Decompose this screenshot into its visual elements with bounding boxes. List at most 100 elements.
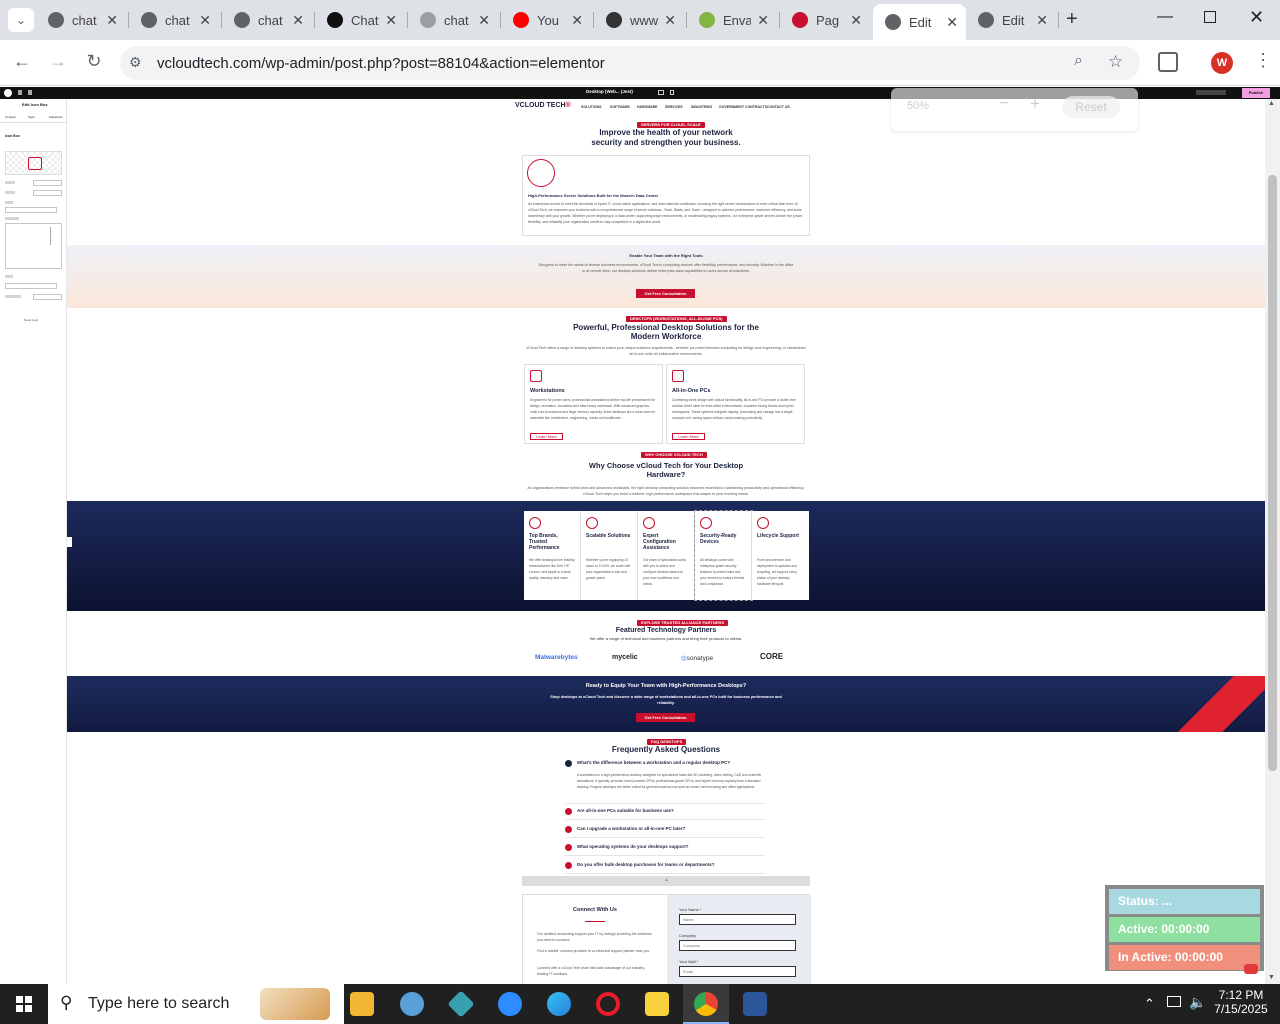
title-input[interactable] — [5, 207, 57, 213]
nav-item[interactable]: GOVERNMENT CONTRACTS — [719, 105, 767, 109]
faq-item[interactable]: Do you offer bulk desktop purchases for … — [565, 860, 765, 874]
textarea-scroll[interactable] — [50, 227, 58, 245]
view-select[interactable] — [33, 180, 62, 186]
network-icon[interactable] — [1167, 996, 1181, 1007]
panel-section-title[interactable]: Icon Box — [5, 134, 20, 138]
tab-close-icon[interactable]: ✕ — [385, 12, 397, 29]
tab-close-icon[interactable]: ✕ — [757, 12, 769, 29]
browser-tab[interactable]: www ✕ — [594, 6, 684, 34]
taskbar-search-box[interactable]: ⚲ Type here to search — [48, 984, 344, 1024]
nav-item[interactable]: SOFTWARE — [610, 105, 630, 109]
structure-icon[interactable] — [28, 90, 32, 95]
faq-item[interactable]: What's the difference between a workstat… — [565, 758, 765, 804]
chrome-taskbar-active[interactable] — [683, 984, 729, 1024]
page-scrollbar[interactable]: ▲ ▼ — [1265, 99, 1280, 985]
nav-item[interactable]: SOLUTIONS — [581, 105, 601, 109]
profile-avatar[interactable]: W — [1211, 52, 1233, 74]
close-window-icon[interactable]: ✕ — [1249, 7, 1264, 28]
zoom-reset-button[interactable]: Reset — [1062, 96, 1120, 118]
title-html-tag-select[interactable] — [33, 294, 62, 300]
device-selector[interactable]: Desktop (Web... (Jest) — [586, 89, 633, 94]
reload-icon[interactable]: ↻ — [82, 51, 106, 72]
browser-tab[interactable]: Pag ✕ — [780, 6, 870, 34]
browser-tab[interactable]: chat ✕ — [36, 6, 126, 34]
cta-consult-button[interactable]: Get Free Consultation — [636, 713, 695, 722]
faq-expand-icon[interactable] — [565, 808, 572, 815]
form-input[interactable] — [679, 914, 796, 925]
zoom-app-icon[interactable] — [498, 992, 522, 1016]
tab-close-icon[interactable]: ✕ — [850, 12, 862, 29]
scroll-down-arrow-icon[interactable]: ▼ — [1268, 974, 1275, 981]
tab-search-chevron-icon[interactable]: ⌄ — [8, 8, 34, 32]
browser-tab[interactable]: Edit ✕ — [966, 6, 1056, 34]
bookmark-star-icon[interactable]: ☆ — [1108, 52, 1123, 72]
zoom-lens-icon[interactable]: ⌕ — [1074, 52, 1083, 70]
forward-arrow-icon[interactable]: → — [46, 51, 70, 72]
zoom-out-button[interactable]: − — [999, 95, 1008, 113]
faq-item[interactable]: What operating systems do your desktops … — [565, 842, 765, 856]
browser-tab[interactable]: You ✕ — [501, 6, 591, 34]
faq-item[interactable]: Are all-in-one PCs suitable for business… — [565, 806, 765, 820]
tab-close-icon[interactable]: ✕ — [1036, 12, 1048, 29]
link-input[interactable] — [5, 283, 57, 289]
learn-more-button[interactable]: Learn More — [530, 433, 563, 440]
widget-badge-icon[interactable] — [1244, 964, 1258, 974]
browser-tab[interactable]: Chat ✕ — [315, 6, 405, 34]
tray-chevron-icon[interactable]: ⌃ — [1144, 996, 1155, 1012]
faq-item[interactable]: Can I upgrade a workstation or all-in-on… — [565, 824, 765, 838]
app-icon-2[interactable] — [447, 990, 475, 1018]
tablet-icon[interactable] — [670, 90, 674, 95]
elementor-logo-icon[interactable] — [4, 89, 12, 97]
new-tab-plus-icon[interactable]: + — [1066, 8, 1078, 31]
faq-expand-icon[interactable] — [565, 844, 572, 851]
form-input[interactable] — [679, 940, 796, 951]
learn-more-button[interactable]: Learn More — [672, 433, 705, 440]
site-info-icon[interactable]: ⚙ — [129, 54, 142, 71]
need-help-link[interactable]: Need Help — [24, 318, 38, 322]
opera-icon[interactable] — [596, 992, 620, 1016]
omnibox[interactable]: ⚙ vcloudtech.com/wp-admin/post.php?post=… — [120, 46, 1140, 80]
nav-item[interactable]: CONTACT US — [767, 105, 790, 109]
app-icon-1[interactable] — [400, 992, 424, 1016]
description-textarea[interactable] — [5, 223, 62, 269]
word-icon[interactable] — [743, 992, 767, 1016]
zoom-in-button[interactable]: + — [1030, 94, 1040, 114]
back-arrow-icon[interactable]: ← — [10, 51, 34, 72]
browser-tab[interactable]: Edit ✕ — [873, 4, 966, 40]
restore-icon[interactable] — [1204, 11, 1216, 23]
editor-tools[interactable] — [1196, 90, 1226, 95]
minimize-icon[interactable]: — — [1157, 8, 1173, 26]
band-consult-button[interactable]: Get Free Consultation — [636, 289, 695, 298]
browser-menu-icon[interactable]: ⋮ — [1254, 50, 1272, 71]
section-handle[interactable] — [67, 537, 72, 547]
tab-close-icon[interactable]: ✕ — [292, 12, 304, 29]
tab-style[interactable]: Style — [28, 115, 35, 119]
faq-expand-icon[interactable] — [565, 862, 572, 869]
tab-advanced[interactable]: Advanced — [49, 115, 62, 119]
nav-item[interactable]: INDUSTRIES — [691, 105, 712, 109]
browser-tab[interactable]: chat ✕ — [222, 6, 312, 34]
scroll-up-arrow-icon[interactable]: ▲ — [1268, 100, 1275, 107]
file-explorer-icon[interactable] — [350, 992, 374, 1016]
volume-icon[interactable]: 🔈 — [1189, 994, 1206, 1011]
browser-tab[interactable]: chat ✕ — [408, 6, 498, 34]
tab-close-icon[interactable]: ✕ — [199, 12, 211, 29]
scrollbar-thumb[interactable] — [1268, 175, 1277, 771]
add-element-icon[interactable] — [18, 90, 22, 95]
icon-preview[interactable] — [5, 151, 62, 175]
desktop-icon[interactable] — [658, 90, 664, 95]
form-input[interactable] — [679, 966, 796, 977]
shape-select[interactable] — [33, 190, 62, 196]
tab-close-icon[interactable]: ✕ — [946, 14, 958, 31]
nav-item[interactable]: HARDWARE — [637, 105, 658, 109]
publish-button[interactable]: Publish — [1242, 88, 1270, 98]
edge-icon[interactable] — [547, 992, 571, 1016]
why-item[interactable]: Security-Ready Devices All desktops come … — [694, 510, 753, 601]
sticky-notes-icon[interactable] — [645, 992, 669, 1016]
faq-expand-icon[interactable] — [565, 826, 572, 833]
tab-content[interactable]: Content — [5, 115, 16, 119]
tab-close-icon[interactable]: ✕ — [478, 12, 490, 29]
nav-item[interactable]: SERVICES — [665, 105, 683, 109]
clock[interactable]: 7:12 PM 7/15/2025 — [1213, 988, 1269, 1016]
browser-tab[interactable]: Enva ✕ — [687, 6, 777, 34]
